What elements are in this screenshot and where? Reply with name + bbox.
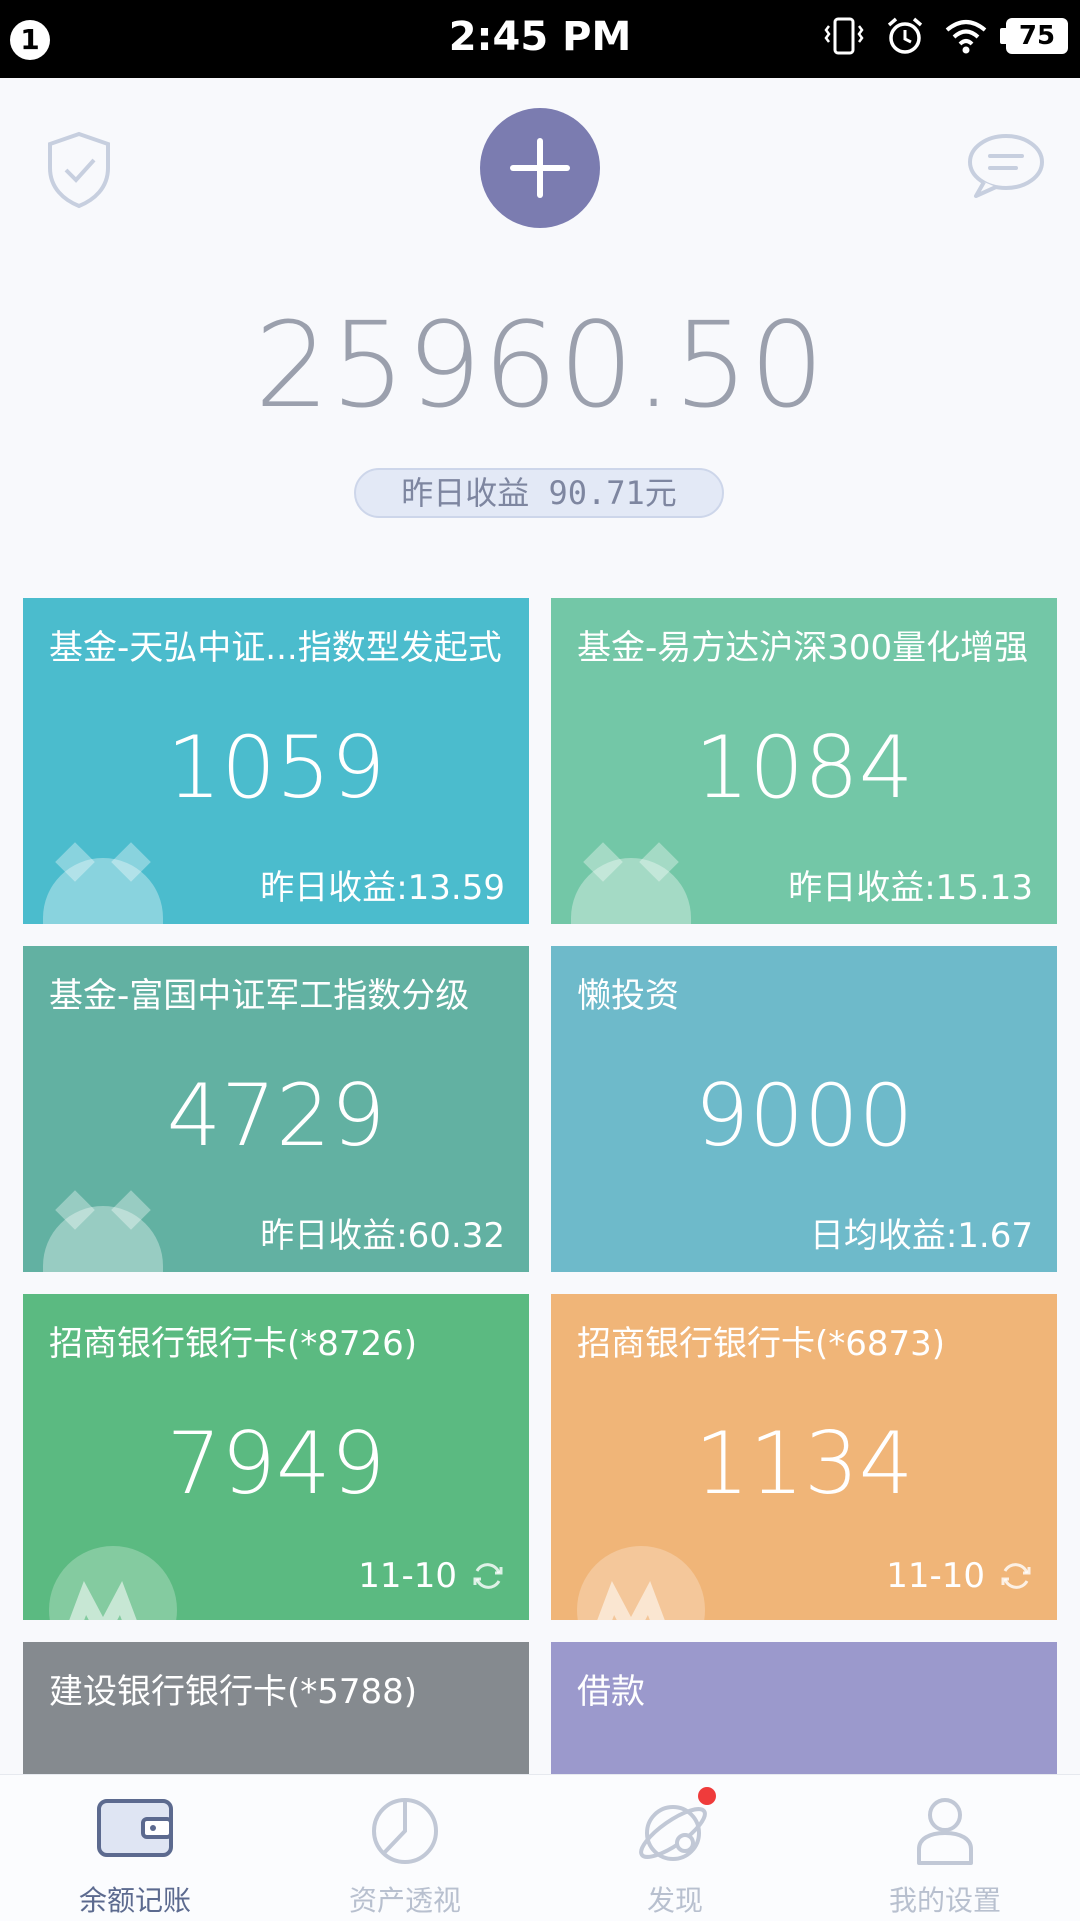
account-title: 懒投资 xyxy=(577,976,679,1016)
sync-date: 11-10 xyxy=(358,1556,457,1596)
account-title: 招商银行银行卡(*6873) xyxy=(577,1324,946,1364)
refresh-icon[interactable] xyxy=(999,1559,1033,1593)
nav-label: 我的设置 xyxy=(888,1884,1001,1917)
account-yield: 昨日收益:60.32 xyxy=(260,1216,505,1256)
account-card[interactable]: 招商银行银行卡(*6873) 1134 11-10 xyxy=(551,1294,1057,1620)
header: 25960.50 昨日收益 90.71元 xyxy=(0,78,1080,578)
piggy-bank-icon xyxy=(571,858,691,924)
yesterday-yield-badge[interactable]: 昨日收益 90.71元 xyxy=(354,468,724,518)
refresh-icon[interactable] xyxy=(471,1559,505,1593)
account-title: 建设银行银行卡(*5788) xyxy=(49,1672,418,1712)
account-card[interactable]: 基金-天弘中证...指数型发起式 1059 昨日收益:13.59 xyxy=(23,598,529,924)
alarm-icon xyxy=(887,17,923,54)
account-title: 基金-天弘中证...指数型发起式 xyxy=(49,628,502,668)
account-title: 招商银行银行卡(*8726) xyxy=(49,1324,418,1364)
piggy-bank-icon xyxy=(43,858,163,924)
planet-icon xyxy=(639,1805,707,1861)
account-card[interactable]: 建设银行银行卡(*5788) xyxy=(23,1642,529,1774)
account-title: 借款 xyxy=(577,1672,645,1712)
account-balance: 1134 xyxy=(694,1414,914,1514)
nav-label: 余额记账 xyxy=(78,1884,191,1917)
account-yield: 日均收益:1.67 xyxy=(809,1216,1033,1256)
battery-icon: 75 xyxy=(1000,18,1068,54)
account-balance: 1059 xyxy=(166,718,386,818)
pie-chart-icon xyxy=(372,1798,438,1864)
account-card[interactable]: 基金-富国中证军工指数分级 4729 昨日收益:60.32 xyxy=(23,946,529,1272)
vibrate-icon xyxy=(824,17,864,55)
status-bar: 1 2:45 PM 75 xyxy=(0,0,1080,78)
user-icon xyxy=(917,1798,973,1865)
account-balance: 9000 xyxy=(694,1066,914,1166)
nav-item-assets[interactable]: 资产透视 xyxy=(270,1775,540,1921)
sync-row: 11-10 xyxy=(358,1556,505,1596)
nav-label: 发现 xyxy=(646,1884,703,1917)
account-card[interactable]: 招商银行银行卡(*8726) 7949 11-10 xyxy=(23,1294,529,1620)
cmb-logo-icon xyxy=(49,1546,177,1620)
cmb-logo-icon xyxy=(577,1546,705,1620)
nav-label: 资产透视 xyxy=(348,1884,461,1917)
account-card[interactable]: 基金-易方达沪深300量化增强 1084 昨日收益:15.13 xyxy=(551,598,1057,924)
add-button[interactable] xyxy=(480,108,600,228)
account-title: 基金-富国中证军工指数分级 xyxy=(49,976,470,1016)
nav-item-balance[interactable]: 余额记账 xyxy=(0,1775,270,1921)
status-icons: 75 xyxy=(822,14,1068,58)
account-card[interactable]: 借款 xyxy=(551,1642,1057,1774)
account-balance: 7949 xyxy=(166,1414,386,1514)
account-title: 基金-易方达沪深300量化增强 xyxy=(577,628,1029,668)
wifi-icon xyxy=(945,20,987,54)
account-card[interactable]: 懒投资 9000 日均收益:1.67 xyxy=(551,946,1057,1272)
nav-item-discover[interactable]: 发现 xyxy=(540,1775,810,1921)
sync-row: 11-10 xyxy=(886,1556,1033,1596)
sync-date: 11-10 xyxy=(886,1556,985,1596)
shield-check-icon[interactable] xyxy=(44,130,114,210)
total-balance: 25960.50 xyxy=(254,296,826,434)
account-balance: 4729 xyxy=(166,1066,386,1166)
bottom-nav: 余额记账 资产透视 发现 我的设置 xyxy=(0,1774,1080,1921)
account-yield: 昨日收益:15.13 xyxy=(788,868,1033,908)
piggy-bank-icon xyxy=(43,1206,163,1272)
message-icon[interactable] xyxy=(966,130,1046,200)
wallet-icon xyxy=(97,1799,173,1857)
account-balance: 1084 xyxy=(694,718,914,818)
account-yield: 昨日收益:13.59 xyxy=(260,868,505,908)
notification-dot xyxy=(698,1787,716,1805)
nav-item-settings[interactable]: 我的设置 xyxy=(810,1775,1080,1921)
